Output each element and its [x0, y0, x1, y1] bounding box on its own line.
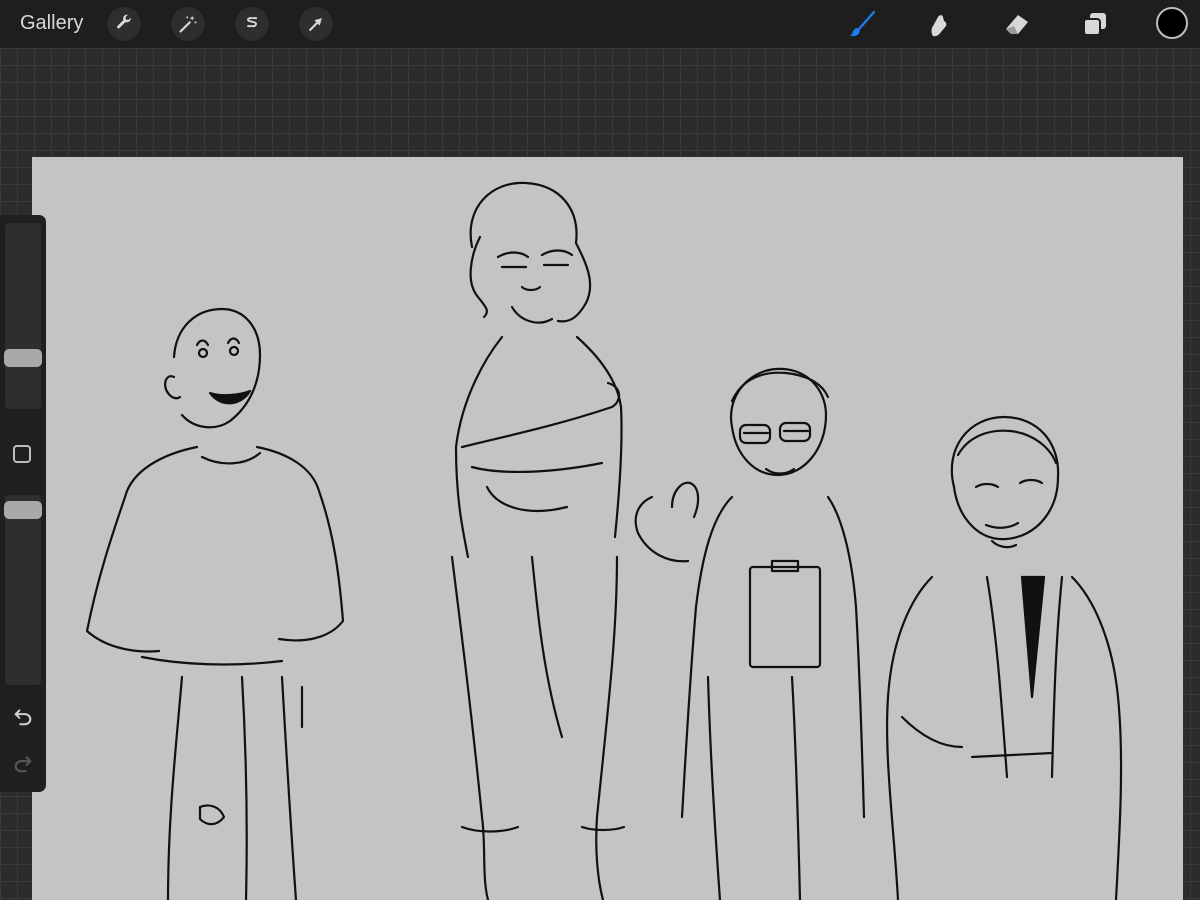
paint-brush-button[interactable]	[843, 5, 881, 43]
modify-button[interactable]	[13, 445, 31, 463]
actions-button[interactable]	[107, 7, 141, 41]
brush-icon	[849, 10, 876, 37]
selection-button[interactable]	[235, 7, 269, 41]
gallery-button[interactable]: Gallery	[20, 12, 83, 35]
brush-size-thumb[interactable]	[4, 349, 42, 367]
sketch-character-3	[634, 367, 866, 900]
sketch-character-2	[450, 181, 626, 900]
sketch-character-4	[885, 415, 1123, 900]
selection-s-icon	[246, 17, 258, 28]
eraser-icon	[1006, 15, 1028, 34]
opacity-slider[interactable]	[4, 495, 42, 685]
opacity-thumb[interactable]	[4, 501, 42, 519]
top-toolbar: Gallery	[0, 0, 1200, 48]
wrench-icon	[117, 14, 131, 29]
redo-button[interactable]	[10, 750, 36, 776]
redo-icon	[14, 756, 32, 773]
color-picker-button[interactable]	[1156, 7, 1188, 39]
magic-wand-icon	[179, 15, 197, 33]
smudge-button[interactable]	[920, 5, 958, 43]
drawing-canvas[interactable]	[32, 157, 1183, 900]
left-sidebar	[0, 215, 46, 792]
undo-button[interactable]	[10, 703, 36, 729]
adjustments-button[interactable]	[171, 7, 205, 41]
undo-icon	[14, 709, 32, 726]
transform-button[interactable]	[299, 7, 333, 41]
brush-size-slider[interactable]	[4, 223, 42, 409]
smudge-icon	[931, 15, 947, 37]
sketch-character-1	[85, 307, 345, 900]
sketch-artwork	[85, 181, 1123, 900]
layers-button[interactable]	[1076, 5, 1114, 43]
layers-icon	[1083, 13, 1106, 36]
eraser-button[interactable]	[998, 5, 1036, 43]
arrow-cursor-icon	[309, 18, 322, 31]
